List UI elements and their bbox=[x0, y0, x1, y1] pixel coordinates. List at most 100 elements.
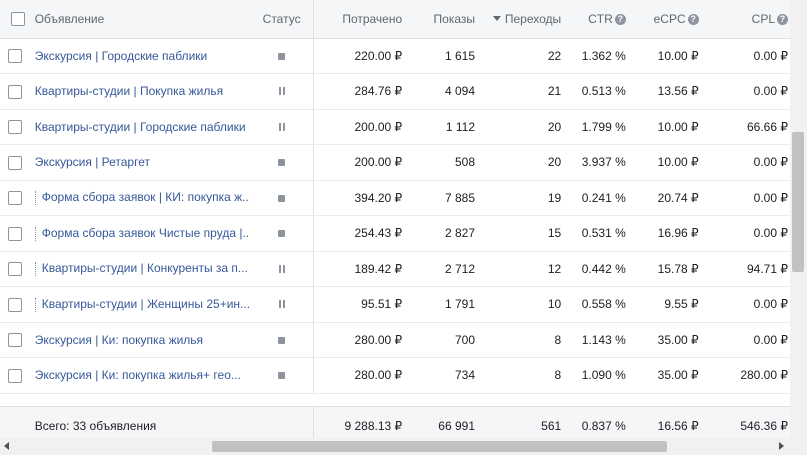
vertical-scrollbar-thumb[interactable] bbox=[792, 132, 804, 272]
ads-table-body: Экскурсия | Городские паблики 22 0.00 ₽ 1 6… bbox=[0, 38, 790, 406]
row-checkbox[interactable] bbox=[8, 49, 22, 64]
ad-name-link[interactable]: Экскурсия | Ки: покупка жилья+ гео... bbox=[35, 368, 241, 382]
drag-handle-icon[interactable] bbox=[34, 262, 38, 277]
ad-name-cell: Экскурсия | Ки: покупка жилья bbox=[28, 322, 251, 358]
header-cpl[interactable]: CPL? bbox=[698, 0, 790, 39]
spent-cell: 280.00 ₽ bbox=[313, 357, 403, 394]
pause-icon[interactable] bbox=[278, 87, 285, 96]
table-row[interactable]: Квартиры-студии | Конкуренты за п... 189.… bbox=[0, 251, 790, 287]
select-all-checkbox[interactable] bbox=[11, 12, 26, 27]
scroll-right-arrow-icon[interactable] bbox=[779, 442, 784, 450]
shows-cell: 7 885 bbox=[402, 180, 475, 216]
status-cell bbox=[250, 286, 314, 323]
clicks-cell: 15 bbox=[475, 215, 562, 252]
header-shows[interactable]: Показы bbox=[402, 0, 475, 39]
stop-icon[interactable] bbox=[278, 159, 286, 167]
status-cell bbox=[250, 322, 314, 358]
cpl-cell: 0.00 ₽ bbox=[698, 322, 790, 358]
table-row[interactable]: Квартиры-студии | Женщины 25+ин... 95.51 … bbox=[0, 286, 790, 323]
row-checkbox[interactable] bbox=[8, 297, 22, 312]
stop-icon[interactable] bbox=[278, 52, 286, 60]
cpl-cell: 0.00 ₽ bbox=[698, 215, 790, 252]
drag-handle-icon[interactable] bbox=[34, 191, 38, 206]
row-checkbox[interactable] bbox=[8, 226, 22, 241]
table-row[interactable]: Квартиры-студии | Городские паблики 200.0… bbox=[0, 109, 790, 145]
header-ad[interactable]: Объявление bbox=[28, 0, 251, 39]
status-cell bbox=[250, 357, 314, 394]
table-row[interactable]: Экскурсия | Городские паблики 22 0.00 ₽ 1 6… bbox=[0, 38, 790, 74]
header-select-all-cell bbox=[0, 0, 29, 39]
status-cell bbox=[250, 180, 314, 216]
ad-name-link[interactable]: Экскурсия | Ретаргет bbox=[35, 155, 150, 169]
row-checkbox[interactable] bbox=[8, 84, 22, 99]
drag-handle-icon[interactable] bbox=[34, 297, 38, 312]
ad-name-cell: Форма сбора заявок | КИ: покупка ж... bbox=[28, 180, 251, 216]
header-ctr[interactable]: CTR? bbox=[561, 0, 626, 39]
clicks-cell: 12 bbox=[475, 251, 562, 287]
ad-name-link[interactable]: Квартиры-студии | Городские паблики bbox=[35, 120, 246, 134]
totals-cpl: 546.36 ₽ bbox=[698, 405, 790, 438]
cpl-cell: 0.00 ₽ bbox=[698, 38, 790, 74]
clicks-cell: 20 bbox=[475, 144, 562, 181]
stop-icon[interactable] bbox=[278, 194, 286, 202]
header-spent[interactable]: Потрачено bbox=[313, 0, 403, 39]
table-row[interactable]: Экскурсия | Ретаргет 200.00 ₽508 20 3.937 %… bbox=[0, 144, 790, 181]
pause-icon[interactable] bbox=[278, 264, 285, 273]
info-icon[interactable]: ? bbox=[777, 13, 788, 25]
scroll-left-arrow-icon[interactable] bbox=[4, 442, 9, 450]
header-ctr-label: CTR bbox=[588, 11, 613, 26]
ad-name-link[interactable]: Квартиры-студии | Покупка жилья bbox=[35, 84, 223, 98]
table-row[interactable]: Форма сбора заявок | КИ: покупка ж... 394… bbox=[0, 180, 790, 216]
shows-cell: 1 615 bbox=[402, 38, 475, 74]
table-row[interactable]: Экскурсия | Ки: покупка жилья+ гео... 280… bbox=[0, 357, 790, 394]
status-cell bbox=[250, 251, 314, 287]
ad-name-cell: Экскурсия | Ки: покупка жилья+ гео... bbox=[28, 357, 251, 394]
stop-icon[interactable] bbox=[278, 336, 286, 344]
row-checkbox[interactable] bbox=[8, 120, 22, 135]
header-status[interactable]: Статус bbox=[250, 0, 314, 39]
ctr-cell: 1.799 % bbox=[561, 109, 626, 145]
clicks-cell: 22 bbox=[475, 38, 562, 74]
status-cell bbox=[250, 109, 314, 145]
ctr-cell: 1.362 % bbox=[561, 38, 626, 74]
header-status-label: Статус bbox=[262, 11, 301, 26]
ecpc-cell: 10.00 ₽ bbox=[625, 109, 699, 145]
ctr-cell: 1.143 % bbox=[561, 322, 626, 358]
row-checkbox[interactable] bbox=[8, 333, 22, 348]
header-clicks[interactable]: Переходы bbox=[475, 0, 562, 39]
ad-name-cell: Квартиры-студии | Конкуренты за п... bbox=[28, 251, 251, 287]
cpl-cell: 0.00 ₽ bbox=[698, 73, 790, 110]
row-select-cell bbox=[0, 357, 29, 394]
info-icon[interactable]: ? bbox=[614, 13, 626, 25]
row-select-cell bbox=[0, 144, 29, 181]
row-checkbox[interactable] bbox=[8, 155, 22, 170]
spacer-cell bbox=[0, 393, 790, 406]
table-row[interactable]: Экскурсия | Ки: покупка жилья 280.00 ₽700… bbox=[0, 322, 790, 358]
table-row[interactable]: Квартиры-студии | Покупка жилья 284.76 ₽4… bbox=[0, 73, 790, 110]
totals-clicks: 561 bbox=[475, 405, 562, 438]
ad-name-link[interactable]: Экскурсия | Городские паблики bbox=[35, 49, 208, 63]
header-ecpc[interactable]: eCPC? bbox=[625, 0, 699, 39]
table-row[interactable]: Форма сбора заявок Чистые пруда |... 254.… bbox=[0, 215, 790, 252]
row-checkbox[interactable] bbox=[8, 262, 22, 277]
vertical-scrollbar[interactable] bbox=[790, 0, 807, 438]
row-checkbox[interactable] bbox=[8, 191, 22, 206]
ad-name-link[interactable]: Форма сбора заявок Чистые пруда |... bbox=[42, 226, 251, 240]
header-cpl-label: CPL bbox=[751, 11, 775, 26]
ad-name-link[interactable]: Квартиры-студии | Конкуренты за п... bbox=[42, 261, 248, 275]
pause-icon[interactable] bbox=[278, 300, 285, 309]
horizontal-scrollbar-thumb[interactable] bbox=[212, 441, 667, 452]
pause-icon[interactable] bbox=[278, 122, 285, 131]
info-icon[interactable]: ? bbox=[687, 13, 699, 25]
cpl-cell: 66.66 ₽ bbox=[698, 109, 790, 145]
ad-name-link[interactable]: Квартиры-студии | Женщины 25+ин... bbox=[42, 297, 250, 311]
row-checkbox[interactable] bbox=[8, 368, 22, 383]
ad-name-cell: Квартиры-студии | Городские паблики bbox=[28, 109, 251, 145]
stop-icon[interactable] bbox=[278, 372, 286, 380]
stop-icon[interactable] bbox=[278, 230, 286, 238]
ad-name-link[interactable]: Форма сбора заявок | КИ: покупка ж... bbox=[42, 190, 251, 204]
horizontal-scrollbar[interactable] bbox=[0, 438, 790, 455]
ad-name-link[interactable]: Экскурсия | Ки: покупка жилья bbox=[35, 333, 203, 347]
table-spacer-row bbox=[0, 393, 790, 406]
drag-handle-icon[interactable] bbox=[34, 226, 38, 241]
